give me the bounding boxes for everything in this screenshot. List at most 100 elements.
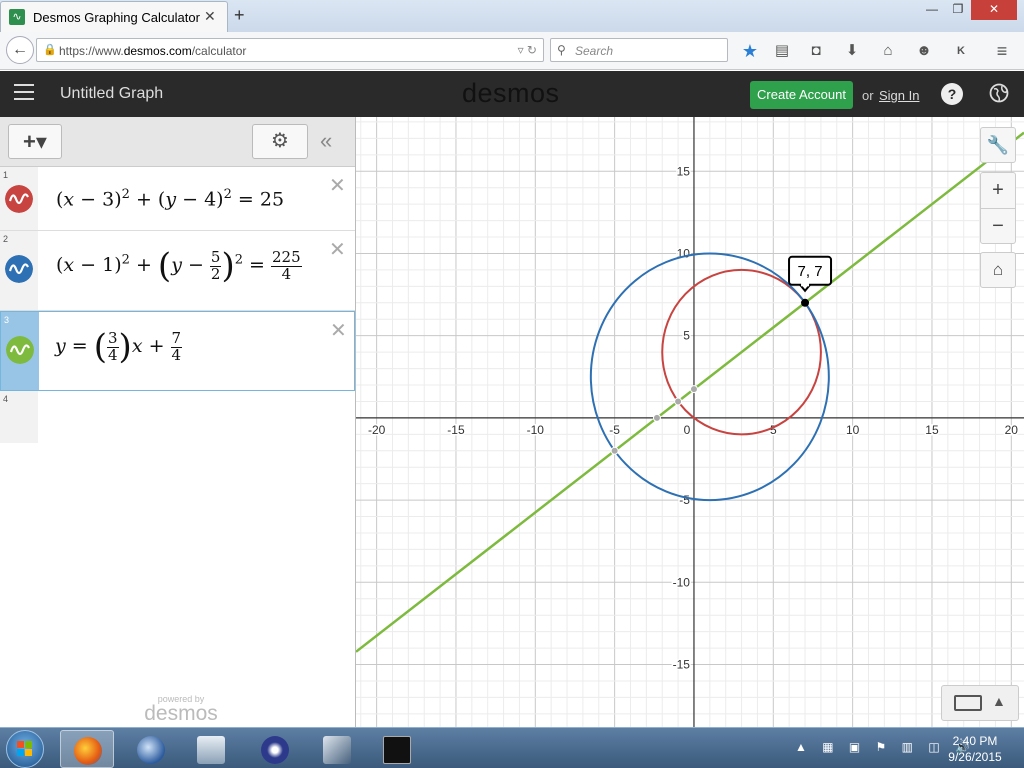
expression-row-1[interactable]: 1 (x − 3)2 + (y − 4)2 = 25 ✕ bbox=[0, 167, 355, 231]
taskbar-installer[interactable] bbox=[310, 730, 364, 768]
tab-close-button[interactable]: ✕ bbox=[204, 8, 216, 25]
search-placeholder: Search bbox=[575, 44, 614, 58]
keypad-toggle-button[interactable]: ▲ bbox=[941, 685, 1019, 721]
terminal-icon bbox=[383, 736, 411, 764]
expression-gutter: 2 bbox=[0, 231, 38, 310]
math-var: x bbox=[131, 335, 143, 357]
intersection-point bbox=[689, 385, 698, 394]
expression-index: 1 bbox=[3, 170, 9, 180]
download-icon[interactable]: ⬇ bbox=[841, 40, 863, 62]
graph-style-swatch-icon[interactable] bbox=[5, 255, 33, 283]
settings-gear-icon[interactable]: ⚙ bbox=[252, 124, 308, 159]
graph-canvas[interactable]: -20 -15 -10 -5 0 5 10 15 2015105-5-10-15 7, 7 bbox=[356, 117, 1024, 727]
expression-math-2[interactable]: (x − 1)2 + (y − 5 2)2 = 225 4 bbox=[56, 249, 302, 283]
powered-by-desmos[interactable]: powered by desmos bbox=[136, 694, 226, 724]
sign-in-link[interactable]: Sign In bbox=[879, 88, 919, 103]
expression-gutter: 4 bbox=[0, 391, 38, 443]
browser-tab[interactable]: ∿ Desmos Graphing Calculator ✕ bbox=[0, 1, 228, 32]
taskbar-firefox[interactable] bbox=[60, 730, 114, 768]
globe-icon[interactable] bbox=[989, 83, 1009, 103]
expression-toolbar: +▾ ⚙ « bbox=[0, 117, 355, 167]
graph-title[interactable]: Untitled Graph bbox=[60, 85, 163, 103]
start-button[interactable] bbox=[6, 730, 44, 768]
new-tab-button[interactable]: + bbox=[234, 5, 245, 26]
help-icon[interactable]: ? bbox=[941, 83, 963, 105]
create-account-button[interactable]: Create Account bbox=[750, 81, 853, 109]
reload-icon[interactable]: ▿ ↻ bbox=[518, 43, 537, 57]
math-text: = 25 bbox=[231, 188, 285, 211]
chat-icon[interactable]: ☻ bbox=[913, 40, 935, 62]
windows-logo-icon bbox=[17, 741, 32, 756]
expression-gutter: 3 bbox=[1, 312, 39, 390]
expression-math-1[interactable]: (x − 3)2 + (y − 4)2 = 25 bbox=[56, 187, 284, 210]
graph-style-swatch-icon[interactable] bbox=[5, 185, 33, 213]
url-text[interactable]: https://www.desmos.com/calculator bbox=[59, 44, 246, 58]
pocket-icon[interactable]: ◘ bbox=[805, 40, 827, 62]
back-arrow-icon: ← bbox=[12, 41, 28, 58]
clock-date: 9/26/2015 bbox=[948, 750, 1002, 764]
y-tick-label: -5 bbox=[679, 493, 690, 507]
expression-panel: +▾ ⚙ « 1 (x − 3)2 + (y − 4)2 = 25 ✕ 2 (x… bbox=[0, 117, 356, 727]
delete-expression-button[interactable]: ✕ bbox=[329, 173, 346, 198]
fraction-denominator: 4 bbox=[171, 345, 182, 364]
delete-expression-button[interactable]: ✕ bbox=[329, 237, 346, 262]
search-input[interactable]: ⚲ Search bbox=[550, 38, 728, 62]
math-fraction: 34 bbox=[107, 328, 119, 364]
url-path: /calculator bbox=[191, 44, 247, 58]
zoom-in-button[interactable]: + bbox=[980, 172, 1016, 208]
taskbar-network-app[interactable] bbox=[184, 730, 238, 768]
expression-row-3[interactable]: 3 y = (3 4)x + 74 ✕ bbox=[0, 311, 355, 391]
desmos-header: Untitled Graph desmos Create Account or … bbox=[0, 71, 1024, 117]
math-var: x bbox=[63, 188, 75, 211]
clock-time: 2:40 PM bbox=[952, 734, 998, 748]
default-viewport-home-icon[interactable]: ⌂ bbox=[980, 252, 1016, 288]
taskbar-clock[interactable]: 2:40 PM 9/26/2015 bbox=[940, 733, 1010, 765]
url-domain: desmos.com bbox=[123, 44, 192, 58]
thunderbird-icon bbox=[137, 736, 165, 764]
window-maximize-button[interactable]: ❐ bbox=[945, 0, 971, 20]
reading-list-icon[interactable]: ▤ bbox=[771, 40, 793, 62]
browser-menu-icon[interactable]: ≡ bbox=[991, 40, 1013, 62]
collapse-panel-icon[interactable]: « bbox=[320, 128, 332, 154]
expression-row-2[interactable]: 2 (x − 1)2 + (y − 5 2)2 = 225 4 ✕ bbox=[0, 231, 355, 311]
math-exponent: 2 bbox=[223, 187, 232, 202]
tab-title: Desmos Graphing Calculator bbox=[33, 10, 200, 25]
addon-icon[interactable]: K bbox=[950, 40, 972, 62]
fraction-numerator: 3 bbox=[107, 328, 119, 348]
math-fraction: 225 4 bbox=[271, 249, 302, 283]
graph-settings-wrench-icon[interactable]: 🔧 bbox=[980, 127, 1016, 163]
delete-expression-button[interactable]: ✕ bbox=[330, 318, 347, 343]
zoom-out-button[interactable]: − bbox=[980, 208, 1016, 244]
window-minimize-button[interactable]: — bbox=[919, 0, 945, 20]
back-button[interactable]: ← bbox=[6, 36, 34, 64]
search-icon: ⚲ bbox=[557, 43, 566, 57]
home-icon[interactable]: ⌂ bbox=[877, 40, 899, 62]
taskbar-thunderbird[interactable] bbox=[124, 730, 178, 768]
bookmark-star-icon[interactable]: ★ bbox=[739, 40, 761, 62]
y-tick-label: -15 bbox=[673, 658, 691, 672]
math-exponent: 2 bbox=[121, 187, 130, 202]
firefox-icon bbox=[74, 737, 102, 765]
graph-paper[interactable]: -20 -15 -10 -5 0 5 10 15 20 15 10 5 -5 -10 -15 7, 7 🔧 … bbox=[356, 117, 1024, 727]
y-tick-label: -10 bbox=[673, 575, 691, 589]
expression-index: 3 bbox=[4, 315, 10, 325]
hamburger-menu-icon[interactable] bbox=[14, 84, 34, 102]
math-text: − 4) bbox=[176, 188, 224, 211]
expression-row-4[interactable]: 4 bbox=[0, 391, 355, 443]
add-item-button[interactable]: +▾ bbox=[8, 124, 62, 159]
url-bar[interactable]: 🔒 https://www.desmos.com/calculator ▿ ↻ bbox=[36, 38, 544, 62]
taskbar-eclipse[interactable] bbox=[248, 730, 302, 768]
x-tick-label: 10 bbox=[846, 423, 860, 437]
graph-style-swatch-icon[interactable] bbox=[6, 336, 34, 364]
math-paren: ( bbox=[93, 327, 107, 367]
taskbar-terminal[interactable] bbox=[370, 730, 424, 768]
expression-index: 4 bbox=[3, 394, 9, 404]
powered-by-logo: desmos bbox=[144, 702, 218, 725]
math-text: − 1) bbox=[74, 254, 122, 276]
browser-tabstrip: ∿ Desmos Graphing Calculator ✕ + — ❐ ✕ bbox=[0, 0, 1024, 32]
expression-gutter: 1 bbox=[0, 167, 38, 230]
window-close-button[interactable]: ✕ bbox=[971, 0, 1017, 20]
or-label: or bbox=[862, 88, 874, 103]
expression-math-3[interactable]: y = (3 4)x + 74 bbox=[55, 327, 183, 367]
math-fraction: 74 bbox=[170, 330, 183, 364]
